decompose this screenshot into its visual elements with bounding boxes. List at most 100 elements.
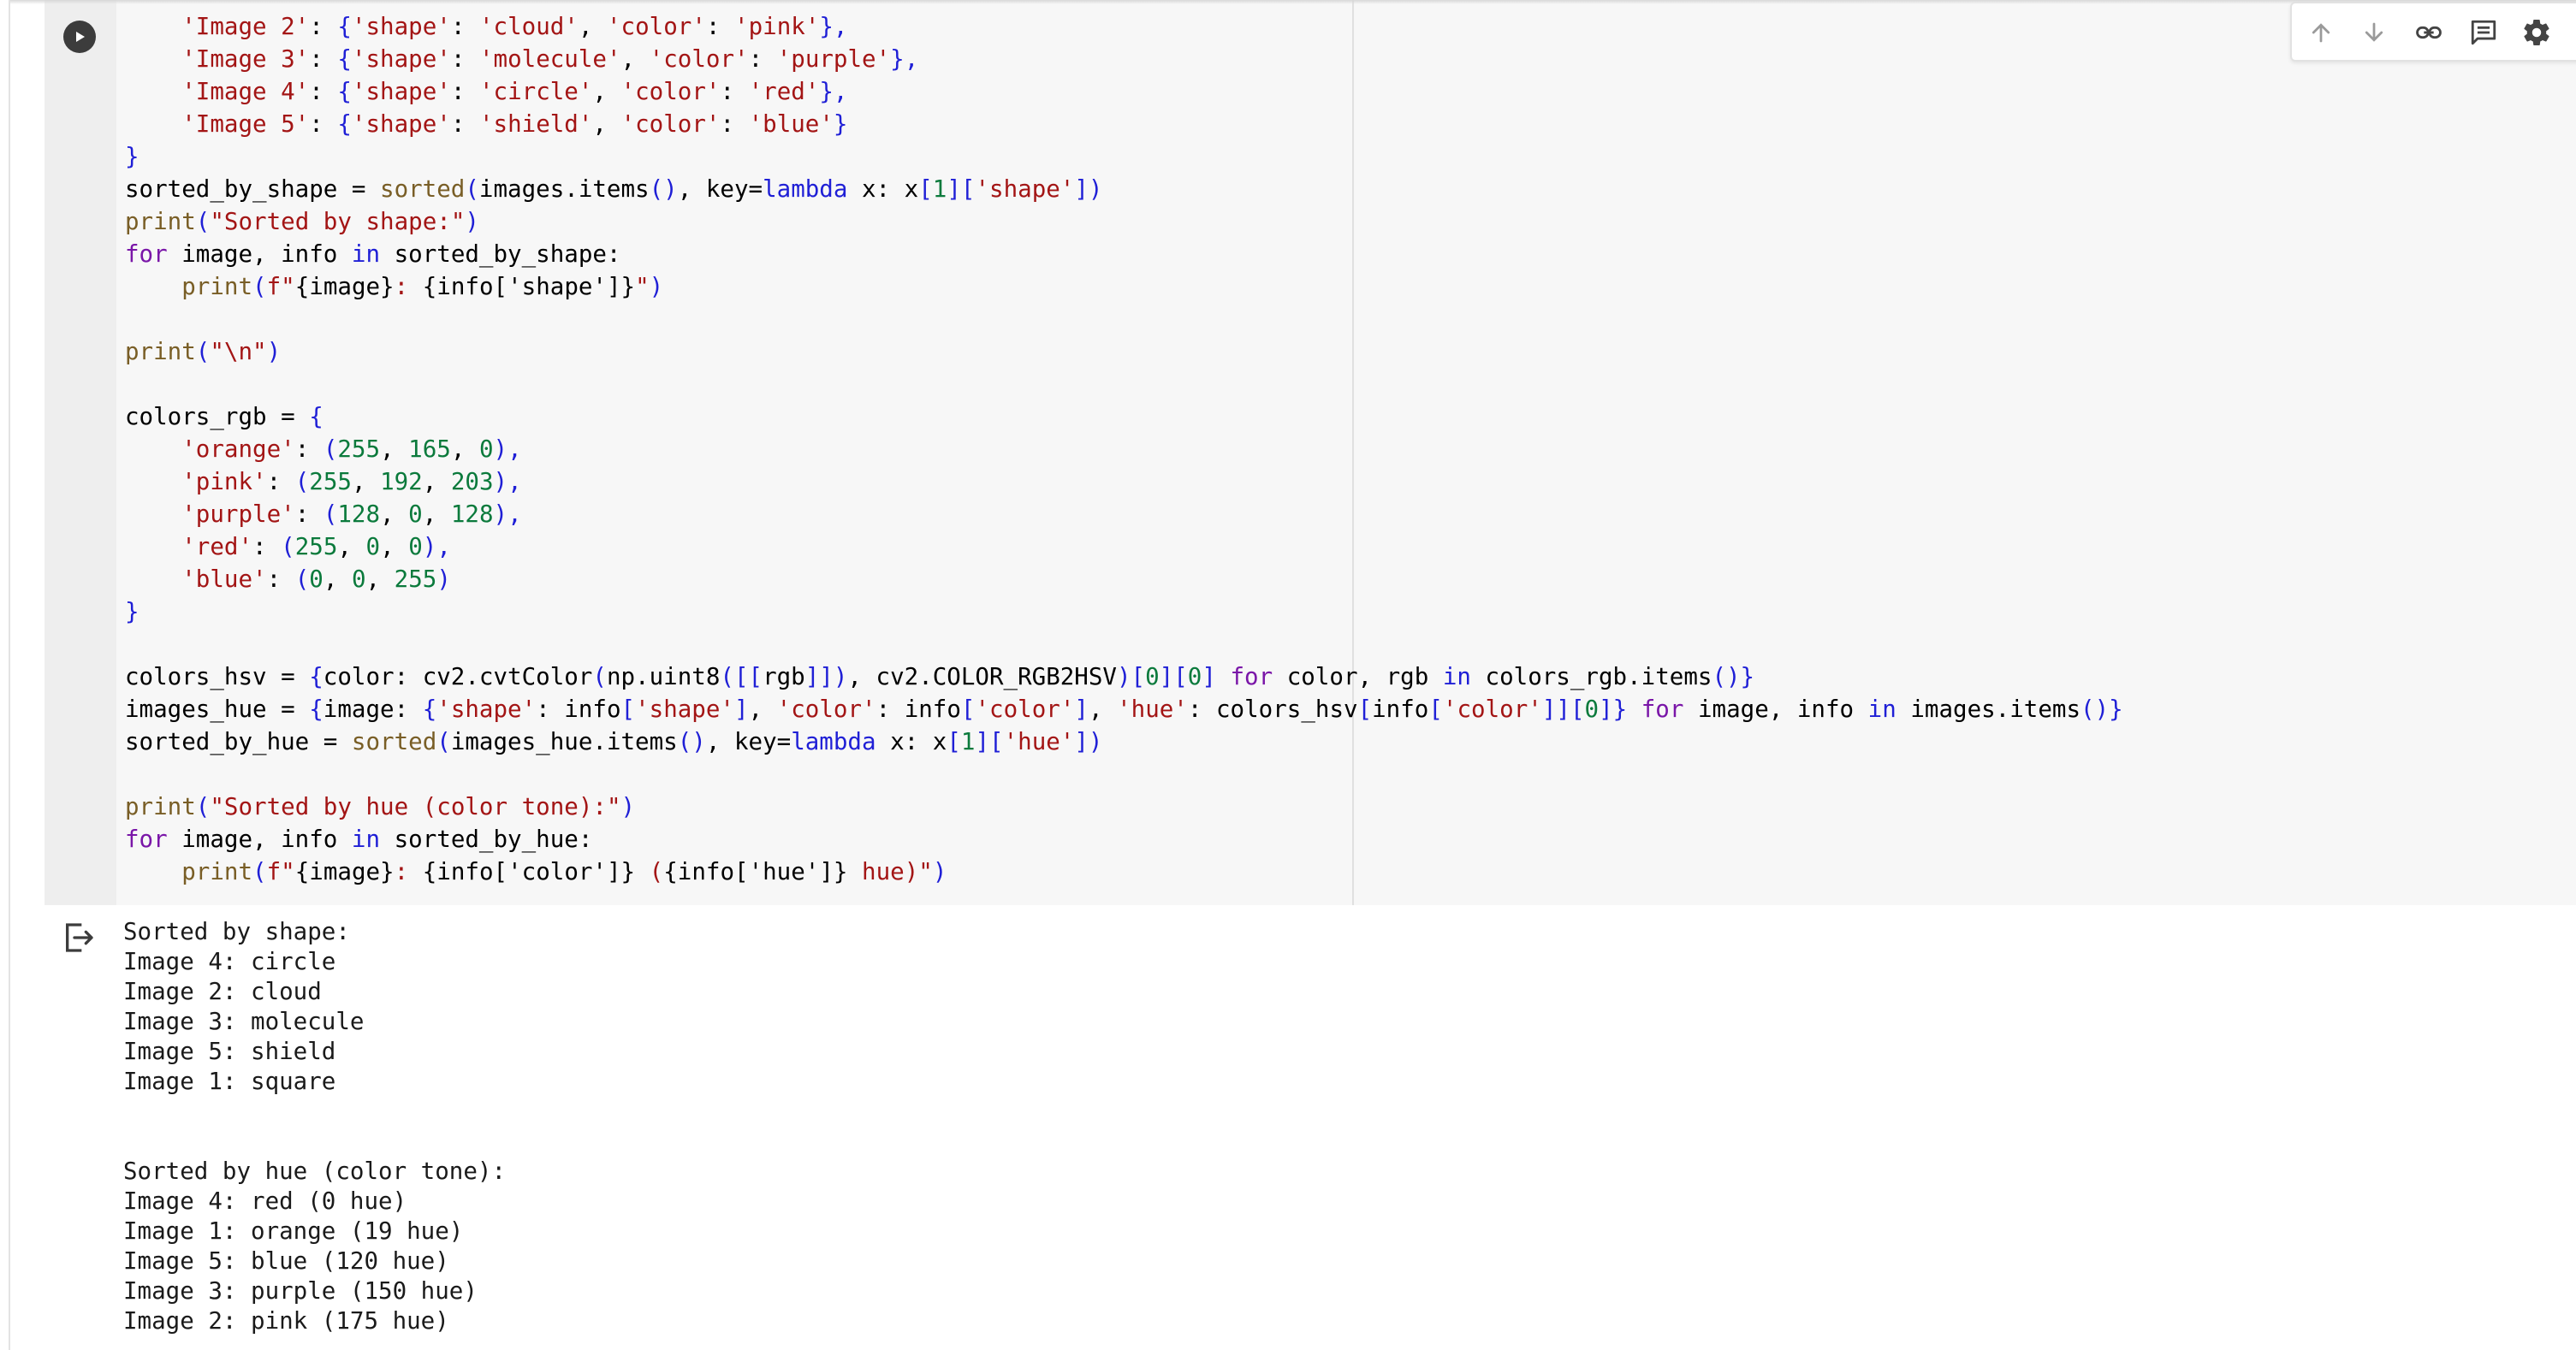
move-down-button[interactable] xyxy=(2357,15,2391,50)
code-token: sorted_by_shape = xyxy=(125,175,381,203)
code-token: 0 xyxy=(408,500,423,528)
code-line[interactable]: for image, info in sorted_by_shape: xyxy=(125,238,2123,270)
code-token: 'Image 5' xyxy=(181,110,310,138)
code-token: images_hue.items xyxy=(450,728,678,755)
code-line[interactable]: print("\n") xyxy=(125,335,2123,368)
code-token: : xyxy=(294,435,323,463)
code-token: [ xyxy=(989,728,1004,755)
code-line[interactable]: ​ xyxy=(125,303,2123,335)
code-line[interactable]: 'Image 4': {'shape': 'circle', 'color': … xyxy=(125,75,2123,108)
code-line[interactable]: print("Sorted by shape:") xyxy=(125,205,2123,238)
code-token: 'shape' xyxy=(351,13,451,40)
code-text[interactable]: 'Image 2': {'shape': 'cloud', 'color': '… xyxy=(125,10,2123,888)
code-line[interactable]: sorted_by_shape = sorted(images.items(),… xyxy=(125,173,2123,205)
code-token: , xyxy=(620,45,650,73)
code-line[interactable]: } xyxy=(125,140,2123,173)
code-line[interactable]: ​ xyxy=(125,368,2123,400)
code-line[interactable]: print(f"{image}: {info['color']} ({info[… xyxy=(125,856,2123,888)
play-icon xyxy=(76,32,85,42)
code-line[interactable]: colors_hsv = {color: cv2.cvtColor(np.uin… xyxy=(125,660,2123,693)
copy-link-button[interactable] xyxy=(2412,15,2446,50)
code-token: ( xyxy=(323,435,338,463)
code-token: 192 xyxy=(380,468,423,495)
arrow-up-icon xyxy=(2312,23,2330,43)
code-token: 255 xyxy=(309,468,352,495)
code-line[interactable]: ​ xyxy=(125,758,2123,790)
code-token: , xyxy=(450,435,479,463)
code-line[interactable]: print("Sorted by hue (color tone):") xyxy=(125,790,2123,823)
code-token: } xyxy=(125,598,139,625)
cell-settings-button[interactable] xyxy=(2520,15,2554,50)
code-line[interactable]: 'blue': (0, 0, 255) xyxy=(125,563,2123,595)
code-token: , key= xyxy=(705,728,792,755)
code-token: : xyxy=(309,110,338,138)
code-token: : xyxy=(394,273,423,300)
code-token: 'color' xyxy=(776,696,876,723)
code-token: ( xyxy=(592,663,607,690)
code-token: [ xyxy=(918,175,933,203)
code-token: lambda xyxy=(763,175,848,203)
code-token: , xyxy=(380,435,409,463)
move-up-button[interactable] xyxy=(2304,15,2338,50)
code-token: , xyxy=(578,13,607,40)
code-token: 165 xyxy=(408,435,451,463)
code-token: images_hue = xyxy=(125,696,310,723)
run-cell-button[interactable] xyxy=(63,21,96,53)
code-line[interactable]: for image, info in sorted_by_hue: xyxy=(125,823,2123,856)
code-editor[interactable]: 'Image 2': {'shape': 'cloud', 'color': '… xyxy=(116,0,2576,905)
code-token: : xyxy=(294,500,323,528)
output-line: Sorted by hue (color tone): xyxy=(123,1158,507,1185)
code-line[interactable]: colors_rgb = { xyxy=(125,400,2123,433)
code-token: 'molecule' xyxy=(478,45,621,73)
code-token: 'color' xyxy=(1442,696,1542,723)
code-token: sorted_by_hue = xyxy=(125,728,352,755)
code-token: 'color' xyxy=(649,45,749,73)
code-token: 1 xyxy=(932,175,947,203)
code-cell[interactable]: 'Image 2': {'shape': 'cloud', 'color': '… xyxy=(45,0,2576,905)
link-icon xyxy=(2416,26,2442,39)
code-line[interactable]: ​ xyxy=(125,628,2123,660)
add-comment-button[interactable] xyxy=(2466,15,2501,50)
code-line[interactable]: images_hue = {image: {'shape': info['sha… xyxy=(125,693,2123,725)
code-line[interactable]: 'Image 5': {'shape': 'shield', 'color': … xyxy=(125,108,2123,140)
code-line[interactable]: 'red': (255, 0, 0), xyxy=(125,530,2123,563)
code-token: 'shape' xyxy=(635,696,734,723)
code-token: 203 xyxy=(450,468,494,495)
code-token: 'blue' xyxy=(181,565,267,593)
notebook-left-border xyxy=(9,0,10,1350)
code-token: ] xyxy=(1202,663,1216,690)
code-line[interactable]: sorted_by_hue = sorted(images_hue.items(… xyxy=(125,725,2123,758)
code-token: 'pink' xyxy=(734,13,820,40)
output-line: Image 2: cloud xyxy=(123,978,322,1005)
code-token: sorted_by_hue: xyxy=(380,826,593,853)
code-token: 128 xyxy=(337,500,381,528)
code-token: ), xyxy=(493,468,522,495)
code-token: ), xyxy=(493,435,522,463)
code-token: for xyxy=(1641,696,1684,723)
code-token: { xyxy=(309,696,323,723)
code-line[interactable]: 'Image 3': {'shape': 'molecule', 'color'… xyxy=(125,43,2123,75)
code-token: [ xyxy=(960,175,976,203)
code-token: { xyxy=(337,13,352,40)
code-token: ]]) xyxy=(804,663,848,690)
code-line[interactable]: 'Image 2': {'shape': 'cloud', 'color': '… xyxy=(125,10,2123,43)
code-line[interactable]: 'purple': (128, 0, 128), xyxy=(125,498,2123,530)
code-token: 'shield' xyxy=(478,110,593,138)
code-token: 255 xyxy=(294,533,338,560)
code-token: 'shape' xyxy=(351,110,451,138)
code-line[interactable]: 'pink': (255, 192, 203), xyxy=(125,465,2123,498)
code-line[interactable]: 'orange': (255, 165, 0), xyxy=(125,433,2123,465)
output-actions-button[interactable] xyxy=(62,921,96,955)
code-line[interactable]: print(f"{image}: {info['shape']}") xyxy=(125,270,2123,303)
code-token: " xyxy=(635,273,650,300)
code-token: {info['color']} xyxy=(422,858,636,885)
code-line[interactable]: } xyxy=(125,595,2123,628)
code-token: ] xyxy=(733,696,749,723)
code-token: : info xyxy=(875,696,961,723)
code-token: : colors_hsv xyxy=(1187,696,1358,723)
